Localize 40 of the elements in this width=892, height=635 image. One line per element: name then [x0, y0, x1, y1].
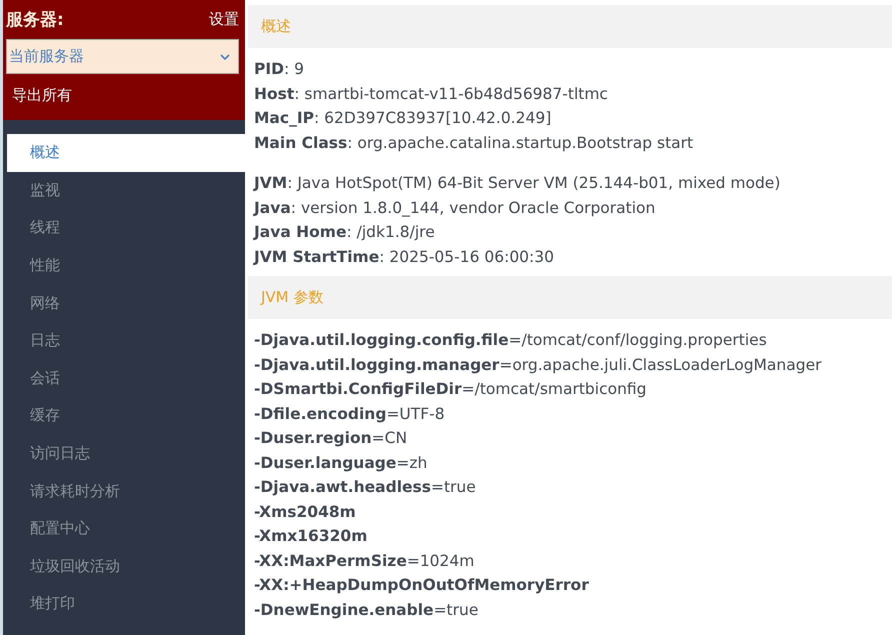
info-line: Java Home: /jdk1.8/jre [254, 222, 436, 243]
nav-item[interactable]: 配置中心 [7, 510, 245, 548]
nav-item[interactable]: 网络 [7, 284, 245, 322]
info-line: Mac_IP: 62D397C83937[10.42.0.249] [254, 108, 552, 129]
info-line: -Djava.util.logging.config.file=/tomcat/conf/logging.properties [254, 330, 768, 351]
settings-link[interactable]: 设置 [209, 10, 239, 29]
server-select[interactable]: 当前服务器 [6, 39, 239, 74]
nav-item[interactable]: 堆打印 [7, 585, 245, 623]
nav-item[interactable]: 性能 [7, 246, 245, 284]
info-line: -Duser.language=zh [254, 452, 428, 474]
info-line: -Duser.region=CN [254, 428, 408, 449]
nav-item[interactable]: 监视 [7, 172, 245, 210]
info-line: -XX:MaxPermSize=1024m [254, 550, 476, 572]
info-line: Main Class: org.apache.catalina.startup.Bootstrap start [254, 132, 694, 154]
info-line: -Djava.awt.headless=true [254, 477, 477, 498]
export-all-link[interactable]: 导出所有 [6, 86, 239, 105]
section-header: JVM 参数 [248, 276, 892, 319]
info-line: -Xms2048m [254, 502, 357, 522]
nav-item[interactable]: 缓存 [7, 397, 245, 435]
nav-item[interactable]: 概述 [7, 134, 245, 172]
nav-item[interactable]: 日志 [7, 322, 245, 360]
info-line: -DSmartbi.ConfigFileDir=/tomcat/smartbiconfig [254, 379, 648, 400]
panel-title: 服务器: [6, 9, 64, 31]
nav-item[interactable]: 访问日志 [7, 434, 245, 472]
info-line: Host: smartbi-tomcat-v11-6b48d56987-tltmc [254, 84, 609, 104]
info-line: JVM StartTime: 2025-05-16 06:00:30 [254, 246, 555, 268]
info-line: JVM: Java HotSpot(TM) 64-Bit Server VM (25.144-b01, mixed mode) [254, 173, 782, 194]
info-line: PID: 9 [254, 59, 306, 80]
nav-item[interactable]: 线程 [7, 209, 245, 247]
chevron-down-icon [220, 54, 230, 60]
nav-item[interactable]: 请求耗时分析 [7, 472, 245, 510]
nav-item[interactable]: 垃圾回收活动 [7, 548, 245, 586]
info-line: -XX:+HeapDumpOnOutOfMemoryError [254, 575, 590, 596]
info-line: -Xmx16320m [254, 526, 368, 547]
info-line: -DnewEngine.enable=true [254, 600, 480, 620]
info-line: Java: version 1.8.0_144, vendor Oracle Corporation [254, 198, 656, 219]
section-header: 概述 [248, 5, 892, 48]
info-line: -Djava.util.logging.manager=org.apache.juli.ClassLoaderLogManager [254, 354, 822, 376]
nav-item[interactable]: 会话 [7, 360, 245, 398]
info-line: -Dfile.encoding=UTF-8 [254, 404, 446, 424]
